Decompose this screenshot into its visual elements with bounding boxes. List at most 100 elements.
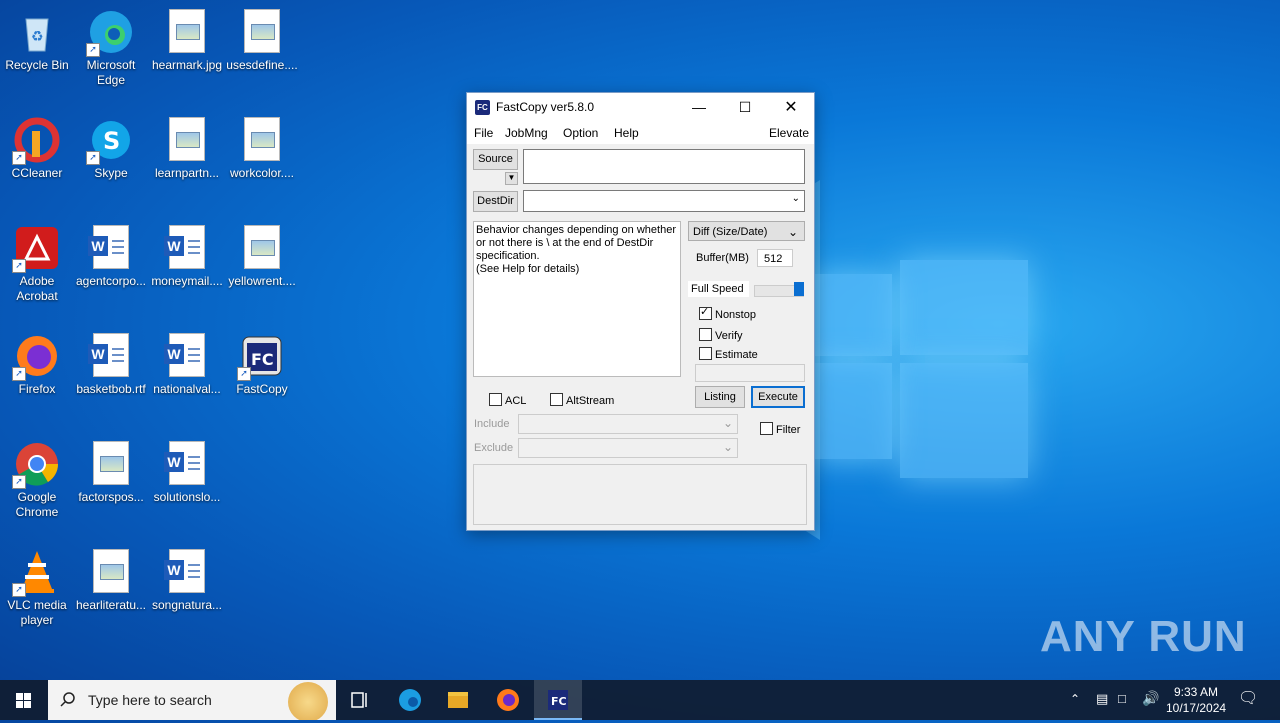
desktop-icon-label: Microsoft Edge [86, 58, 136, 87]
desktop-icon-label: Skype [94, 166, 128, 180]
desktop-icon[interactable]: ➚ Adobe Acrobat [0, 221, 74, 304]
title-bar[interactable]: FC FastCopy ver5.8.0 — ☐ ✕ [467, 93, 814, 122]
desktop-icon-label: songnatura... [151, 598, 223, 612]
notification-center-icon[interactable]: 🗨 [1238, 688, 1258, 708]
network-icon[interactable]: □ [1118, 691, 1126, 706]
volume-icon[interactable]: 🔊 [1142, 690, 1159, 707]
progress-bar [695, 364, 805, 382]
desktop-icon[interactable]: ➚ Microsoft Edge [74, 5, 148, 88]
desktop-icon[interactable]: ➚ Google Chrome [0, 437, 74, 520]
image-file-icon [239, 117, 285, 163]
filter-checkbox[interactable]: Filter [760, 422, 800, 436]
menu-jobmng[interactable]: JobMng [505, 126, 548, 140]
speed-slider[interactable] [754, 282, 804, 297]
desktop-icon[interactable]: ♻ Recycle Bin [0, 5, 74, 73]
nonstop-label: Nonstop [715, 309, 756, 321]
desktop-icon[interactable]: Wmoneymail.... [150, 221, 224, 289]
source-dropdown-button[interactable]: ▼ [505, 172, 518, 185]
altstream-checkbox-box[interactable] [550, 393, 563, 406]
nonstop-checkbox-box[interactable] [699, 305, 712, 320]
desktop-icon-label: usesdefine.... [226, 58, 298, 72]
window-title: FastCopy ver5.8.0 [496, 100, 595, 114]
nonstop-checkbox[interactable]: Nonstop [699, 305, 756, 321]
acl-checkbox[interactable]: ACL [489, 393, 526, 407]
menu-help[interactable]: Help [614, 126, 639, 140]
buffer-input[interactable]: 512 [757, 249, 793, 267]
verify-checkbox[interactable]: Verify [699, 328, 743, 342]
desktop-icon-label: moneymail.... [151, 274, 223, 288]
vlc-icon: ➚ [12, 549, 60, 597]
desktop-icon[interactable]: hearmark.jpg [150, 5, 224, 73]
menu-option[interactable]: Option [563, 126, 598, 140]
mode-select[interactable]: Diff (Size/Date) ⌄ [688, 221, 805, 241]
desktop-icon[interactable]: Wsongnatura... [150, 545, 224, 613]
listing-button[interactable]: Listing [695, 386, 745, 408]
status-area [473, 464, 807, 525]
source-button[interactable]: Source [473, 149, 518, 170]
desktop-icon[interactable]: workcolor.... [225, 113, 299, 181]
minimize-button[interactable]: — [676, 93, 722, 122]
desktop-icon[interactable]: Wbasketbob.rtf [74, 329, 148, 397]
desktop-icon[interactable]: Wsolutionslo... [150, 437, 224, 505]
clock-time: 9:33 AM [1173, 685, 1219, 699]
desktop-icon[interactable]: yellowrent.... [225, 221, 299, 289]
desktop-icon[interactable]: factorspos... [74, 437, 148, 505]
execute-button[interactable]: Execute [751, 386, 805, 408]
show-hidden-icons-button[interactable]: ⌃ [1070, 692, 1080, 706]
destdir-button[interactable]: DestDir [473, 191, 518, 212]
desktop-icon[interactable]: S ➚ Skype [74, 113, 148, 181]
fastcopy-icon: FC ➚ [237, 333, 285, 381]
fastcopy-taskbar-icon[interactable]: FC [534, 680, 582, 720]
desktop-icon-label: hearliteratu... [75, 598, 147, 612]
chevron-down-icon: ⌄ [791, 193, 800, 204]
menu-elevate[interactable]: Elevate [769, 126, 809, 140]
altstream-checkbox[interactable]: AltStream [550, 393, 614, 407]
filter-checkbox-box[interactable] [760, 422, 773, 435]
desktop-icon[interactable]: ➚ VLC media player [0, 545, 74, 628]
desktop-icon[interactable]: Wnationalval... [150, 329, 224, 397]
source-input[interactable] [523, 149, 805, 184]
desktop-icon[interactable]: usesdefine.... [225, 5, 299, 73]
desktop-icon[interactable]: ➚ CCleaner [0, 113, 74, 181]
meet-now-icon[interactable]: ▤ [1096, 691, 1108, 707]
maximize-button[interactable]: ☐ [722, 93, 768, 122]
speed-slider-thumb[interactable] [794, 282, 804, 296]
desktop-icon-label: solutionslo... [153, 490, 221, 504]
include-combobox[interactable]: ⌄ [518, 414, 738, 434]
edge-taskbar-icon[interactable] [386, 680, 434, 720]
buffer-label: Buffer(MB) [696, 252, 749, 264]
firefox-taskbar-icon[interactable] [484, 680, 532, 720]
word-doc-icon: W [164, 225, 210, 271]
desktop-icon-label: FastCopy [236, 382, 288, 396]
exclude-combobox[interactable]: ⌄ [518, 438, 738, 458]
desktop-icon-label: agentcorpo... [75, 274, 147, 288]
desktop-icon[interactable]: Wagentcorpo... [74, 221, 148, 289]
taskbar-search-box[interactable]: Type here to search [48, 680, 336, 720]
desktop-icon-label: factorspos... [78, 490, 144, 504]
desktop-icon[interactable]: hearliteratu... [74, 545, 148, 613]
filter-label: Filter [776, 424, 801, 436]
close-button[interactable]: ✕ [768, 93, 814, 122]
fastcopy-window[interactable]: FC FastCopy ver5.8.0 — ☐ ✕ File JobMng O… [466, 92, 815, 531]
menu-bar: File JobMng Option Help Elevate [467, 122, 814, 144]
destdir-combobox[interactable]: ⌄ [523, 190, 805, 212]
estimate-checkbox-box[interactable] [699, 347, 712, 360]
task-view-button[interactable] [336, 680, 384, 720]
svg-text:♻: ♻ [31, 28, 44, 44]
svg-text:S: S [103, 127, 120, 155]
desktop-icon[interactable]: FC ➚ FastCopy [225, 329, 299, 397]
taskbar: Type here to search FC ⌃ ▤ □ 🔊 9:33 AM 1… [0, 680, 1280, 720]
file-explorer-taskbar-icon[interactable] [434, 680, 482, 720]
menu-file[interactable]: File [474, 126, 493, 140]
clock[interactable]: 9:33 AM 10/17/2024 [1166, 684, 1226, 716]
acrobat-icon: ➚ [12, 225, 60, 273]
start-button[interactable] [0, 680, 48, 720]
desktop-icon-label: Recycle Bin [5, 58, 69, 72]
acl-label: ACL [505, 395, 527, 407]
estimate-checkbox[interactable]: Estimate [699, 347, 758, 361]
verify-checkbox-box[interactable] [699, 328, 712, 341]
acl-checkbox-box[interactable] [489, 393, 502, 406]
desktop-icon[interactable]: learnpartn... [150, 113, 224, 181]
chevron-down-icon: ⌄ [722, 416, 733, 430]
desktop-icon[interactable]: ➚ Firefox [0, 329, 74, 397]
